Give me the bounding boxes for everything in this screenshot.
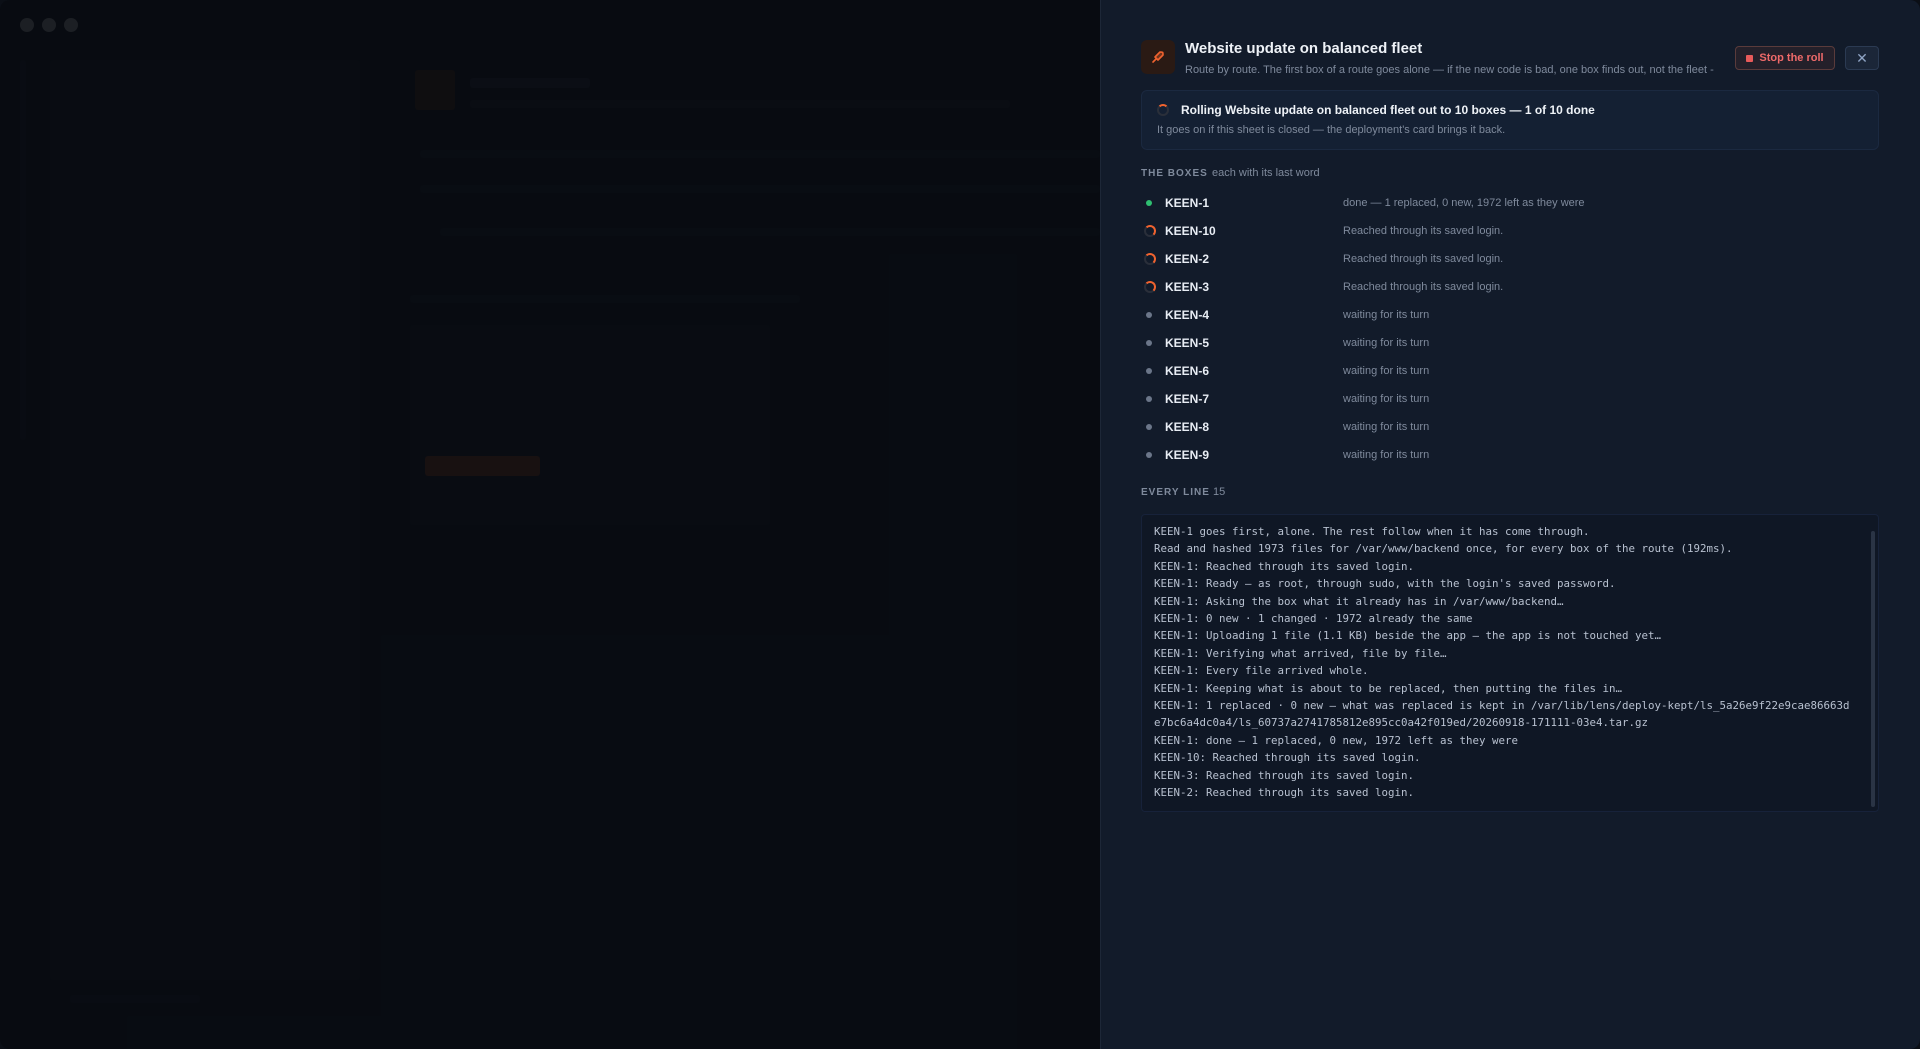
rollout-status-subtitle: It goes on if this sheet is closed — the… — [1157, 124, 1506, 136]
close-sheet-button[interactable]: ✕ — [1845, 46, 1879, 70]
modal-backdrop[interactable] — [0, 0, 1100, 1049]
log-line-count: 15 — [1213, 486, 1226, 498]
stop-icon — [1746, 54, 1754, 62]
box-last-word: waiting for its turn — [1343, 421, 1430, 433]
box-name: KEEN-3 — [1165, 280, 1210, 294]
log-line: KEEN-1: Keeping what is about to be repl… — [1154, 681, 1623, 695]
log-line: Read and hashed 1973 files for /var/www/… — [1154, 542, 1733, 556]
log-output[interactable]: KEEN-1 goes first, alone. The rest follo… — [1141, 514, 1879, 812]
stop-roll-button[interactable]: Stop the roll — [1735, 46, 1835, 70]
box-row[interactable]: KEEN-6 waiting for its turn — [1141, 358, 1879, 386]
box-row[interactable]: KEEN-9 waiting for its turn — [1141, 442, 1879, 470]
box-row[interactable]: KEEN-4 waiting for its turn — [1141, 302, 1879, 330]
boxes-section-hint: each with its last word — [1212, 167, 1320, 179]
waiting-status-dot-icon — [1146, 368, 1152, 374]
working-spinner-icon — [1144, 281, 1156, 293]
box-row[interactable]: KEEN-3 Reached through its saved login. — [1141, 274, 1879, 302]
box-last-word: Reached through its saved login. — [1343, 281, 1504, 293]
close-icon: ✕ — [1856, 49, 1868, 66]
box-name: KEEN-6 — [1165, 364, 1210, 378]
log-scrollbar[interactable] — [1871, 531, 1875, 807]
box-row[interactable]: KEEN-2 Reached through its saved login. — [1141, 246, 1879, 274]
rollout-status-card: Rolling Website update on balanced fleet… — [1141, 90, 1879, 150]
log-line: KEEN-2: Reached through its saved login. — [1154, 786, 1415, 800]
sheet-subtitle: Route by route. The first box of a route… — [1185, 64, 1714, 76]
box-last-word: done — 1 replaced, 0 new, 1972 left as t… — [1343, 197, 1585, 209]
box-last-word: Reached through its saved login. — [1343, 225, 1504, 237]
box-name: KEEN-2 — [1165, 252, 1210, 266]
box-name: KEEN-10 — [1165, 224, 1216, 238]
box-row[interactable]: KEEN-5 waiting for its turn — [1141, 330, 1879, 358]
waiting-status-dot-icon — [1146, 340, 1152, 346]
waiting-status-dot-icon — [1146, 396, 1152, 402]
log-line: KEEN-1: Reached through its saved login. — [1154, 559, 1415, 573]
log-section-label: EVERY LINE — [1141, 487, 1210, 498]
box-name: KEEN-1 — [1165, 196, 1210, 210]
log-line: KEEN-1: Asking the box what it already h… — [1154, 594, 1564, 608]
box-name: KEEN-4 — [1165, 308, 1210, 322]
progress-spinner-icon — [1157, 104, 1169, 116]
box-name: KEEN-9 — [1165, 448, 1210, 462]
waiting-status-dot-icon — [1146, 312, 1152, 318]
box-last-word: waiting for its turn — [1343, 393, 1430, 405]
log-line: KEEN-1: Ready — as root, through sudo, w… — [1154, 577, 1616, 591]
rollout-status-title: Rolling Website update on balanced fleet… — [1181, 103, 1595, 117]
box-row[interactable]: KEEN-10 Reached through its saved login. — [1141, 218, 1879, 246]
waiting-status-dot-icon — [1146, 452, 1152, 458]
log-line: KEEN-1: done — 1 replaced, 0 new, 1972 l… — [1154, 733, 1519, 747]
app-window: Website update on balanced fleet Route b… — [0, 0, 1920, 1049]
working-spinner-icon — [1144, 253, 1156, 265]
stop-roll-label: Stop the roll — [1759, 52, 1824, 64]
log-line: KEEN-1: 0 new · 1 changed · 1972 already… — [1154, 612, 1473, 626]
log-line: KEEN-3: Reached through its saved login. — [1154, 768, 1415, 782]
box-last-word: Reached through its saved login. — [1343, 253, 1504, 265]
log-line: KEEN-1: 1 replaced · 0 new — what was re… — [1154, 699, 1850, 730]
box-last-word: waiting for its turn — [1343, 449, 1430, 461]
log-line: KEEN-1: Uploading 1 file (1.1 KB) beside… — [1154, 629, 1662, 643]
boxes-section-label: THE BOXES — [1141, 168, 1208, 179]
box-name: KEEN-5 — [1165, 336, 1210, 350]
box-last-word: waiting for its turn — [1343, 365, 1430, 377]
waiting-status-dot-icon — [1146, 424, 1152, 430]
box-row[interactable]: KEEN-7 waiting for its turn — [1141, 386, 1879, 414]
done-status-dot-icon — [1146, 200, 1152, 206]
box-name: KEEN-8 — [1165, 420, 1210, 434]
box-name: KEEN-7 — [1165, 392, 1210, 406]
rollout-sheet: Website update on balanced fleet Route b… — [1100, 0, 1920, 1049]
working-spinner-icon — [1144, 225, 1156, 237]
box-last-word: waiting for its turn — [1343, 309, 1430, 321]
sheet-title: Website update on balanced fleet — [1185, 40, 1423, 57]
log-line: KEEN-1: Every file arrived whole. — [1154, 664, 1369, 678]
box-row[interactable]: KEEN-1 done — 1 replaced, 0 new, 1972 lef… — [1141, 190, 1879, 218]
box-row[interactable]: KEEN-8 waiting for its turn — [1141, 414, 1879, 442]
box-last-word: waiting for its turn — [1343, 337, 1430, 349]
log-line: KEEN-10: Reached through its saved login… — [1154, 751, 1421, 765]
log-line: KEEN-1 goes first, alone. The rest follo… — [1154, 525, 1590, 538]
log-line: KEEN-1: Verifying what arrived, file by … — [1154, 646, 1447, 660]
rocket-icon — [1141, 40, 1175, 74]
